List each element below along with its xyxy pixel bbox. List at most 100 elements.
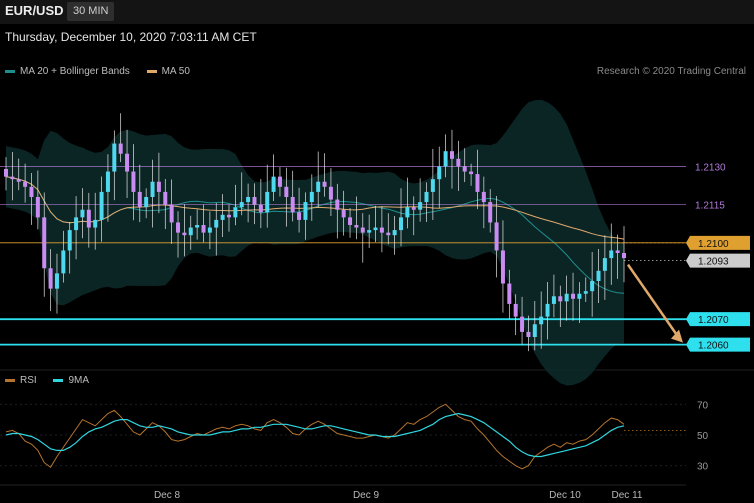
candle-bull — [367, 230, 372, 233]
candle-bear — [500, 250, 505, 284]
candle-bear — [571, 293, 576, 299]
forecast-arrow-head — [671, 329, 683, 343]
candle-bear — [469, 171, 474, 175]
candle-bear — [277, 176, 282, 187]
candle-bear — [488, 202, 493, 223]
candle-bull — [373, 227, 378, 231]
candle-bull — [144, 197, 149, 208]
candle-bull — [590, 281, 595, 292]
candle-bull — [545, 303, 550, 317]
candle-bear — [462, 166, 467, 172]
candle-bear — [258, 204, 263, 213]
candle-bull — [303, 202, 308, 220]
candle-bull — [551, 296, 556, 304]
candle-bull — [74, 217, 79, 231]
candle-bear — [494, 222, 499, 251]
candle-bull — [532, 324, 537, 337]
candle-bull — [246, 197, 251, 203]
candle-bear — [176, 222, 181, 233]
candle-bull — [99, 191, 104, 220]
candle-bear — [252, 197, 257, 205]
candle-bull — [424, 191, 429, 203]
candle-bull — [93, 219, 98, 228]
candle-bear — [322, 181, 327, 187]
candle-bull — [405, 207, 410, 218]
rsi-tick-50: 50 — [697, 431, 709, 442]
candle-bear — [125, 153, 130, 172]
candle-bear — [348, 217, 353, 225]
candle-bear — [513, 303, 518, 317]
candle-bear — [42, 217, 47, 269]
candle-bull — [265, 191, 270, 213]
candle-bull — [309, 191, 314, 203]
candle-bull — [207, 227, 212, 233]
candle-bear — [284, 186, 289, 197]
candle-bull — [105, 171, 110, 192]
candle-bear — [449, 151, 454, 159]
candle-bull — [392, 230, 397, 236]
candle-bear — [23, 181, 28, 187]
candle-bull — [443, 151, 448, 167]
candle-bull — [150, 181, 155, 197]
rsi-line — [5, 403, 625, 470]
level-label-1.2093: 1.2093 — [698, 257, 729, 268]
candle-bull — [539, 316, 544, 325]
candle-bull — [220, 214, 225, 220]
candle-bear — [481, 191, 486, 203]
candle-bear — [118, 143, 123, 154]
candle-bear — [226, 214, 231, 218]
candle-bull — [271, 176, 276, 192]
candle-bull — [596, 270, 601, 281]
candle-bear — [10, 176, 15, 180]
candle-bull — [67, 230, 72, 251]
candle-bear — [335, 199, 340, 210]
candle-bear — [29, 186, 34, 197]
candle-bull — [80, 209, 85, 218]
candle-bear — [341, 209, 346, 218]
candle-bear — [456, 158, 461, 167]
candle-bull — [430, 179, 435, 192]
candle-bear — [520, 316, 525, 332]
candle-bear — [137, 191, 142, 208]
candle-bull — [239, 202, 244, 208]
candle-bull — [233, 207, 238, 218]
candle-bull — [61, 250, 66, 274]
candle-bear — [622, 253, 626, 259]
candle-bear — [507, 283, 512, 304]
candle-bear — [386, 232, 391, 236]
x-tick-label: Dec 8 — [154, 490, 181, 501]
candle-bull — [583, 291, 588, 294]
candle-bear — [379, 227, 384, 233]
candle-bull — [437, 166, 442, 180]
level-label-1.2070: 1.2070 — [698, 315, 729, 326]
candle-bull — [577, 293, 582, 299]
rsi-tick-70: 70 — [697, 400, 709, 411]
level-label-1.2130: 1.2130 — [695, 162, 726, 173]
candle-bear — [4, 169, 8, 177]
candle-bull — [399, 217, 404, 231]
candle-bear — [328, 186, 333, 200]
x-tick-label: Dec 11 — [612, 490, 643, 501]
level-label-1.2060: 1.2060 — [698, 341, 729, 352]
candle-bear — [360, 227, 365, 233]
candle-bear — [290, 197, 295, 213]
candle-bull — [418, 202, 423, 210]
candle-bear — [354, 225, 359, 228]
candle-bear — [156, 181, 161, 192]
candle-bull — [602, 258, 607, 271]
forecast-arrow-line — [626, 263, 680, 338]
candle-bear — [526, 331, 531, 337]
candle-bear — [169, 204, 174, 223]
candle-bear — [615, 250, 620, 253]
price-chart: 1.2130 1.2115 1.2100 1.2093 1.2070 1.2060 70 50… — [0, 99, 754, 501]
candle-bear — [558, 296, 563, 302]
x-tick-label: Dec 10 — [549, 490, 581, 501]
candle-bear — [35, 197, 40, 218]
candle-bull — [214, 219, 219, 228]
candle-bull — [188, 227, 193, 236]
candle-bear — [411, 207, 416, 210]
candle-bear — [48, 268, 53, 289]
candle-bear — [16, 179, 21, 182]
candle-bear — [475, 174, 480, 192]
candle-bull — [564, 293, 569, 302]
